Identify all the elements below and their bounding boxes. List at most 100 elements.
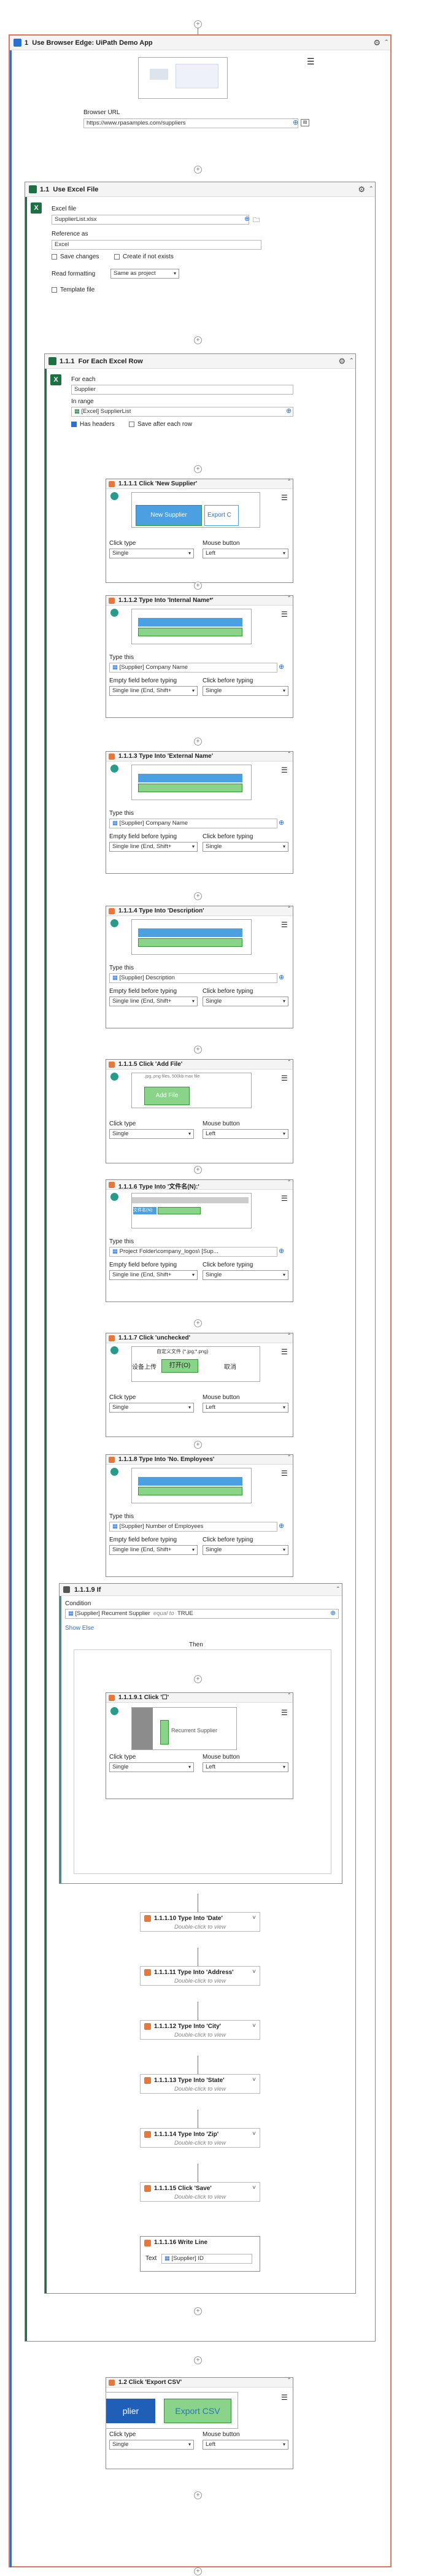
add-activity-button[interactable]: + xyxy=(194,582,202,590)
in-range-field[interactable]: ▦ [Excel] SupplierList xyxy=(71,407,293,417)
add-activity-button[interactable]: + xyxy=(194,1166,202,1174)
mouse-button-dropdown[interactable]: Left ▾ xyxy=(203,2440,288,2450)
add-activity-button[interactable]: + xyxy=(194,1046,202,1054)
mouse-button-dropdown[interactable]: Left ▾ xyxy=(203,1129,288,1139)
hamburger-menu-icon[interactable]: ☰ xyxy=(281,1348,288,1356)
collapse-icon[interactable]: ˆ xyxy=(288,1180,290,1187)
collapse-icon[interactable]: ˆ xyxy=(288,906,290,913)
hamburger-menu-icon[interactable]: ☰ xyxy=(281,1194,288,1203)
click-type-dropdown[interactable]: Single ▾ xyxy=(109,1762,194,1772)
type-this-field[interactable]: ▦ [Supplier] Number of Employees xyxy=(109,1522,277,1532)
collapsed-activity[interactable]: 1.1.1.11 Type Into 'Address' ˅ Double-cl… xyxy=(140,1966,260,1986)
empty-field-dropdown[interactable]: Single line (End, Shift+ ▾ xyxy=(109,686,198,696)
has-headers-checkbox[interactable] xyxy=(71,422,77,427)
read-formatting-dropdown[interactable]: Same as project ▾ xyxy=(110,269,179,279)
chevron-down-icon[interactable]: ˅ xyxy=(252,2185,256,2191)
click-type-dropdown[interactable]: Single ▾ xyxy=(109,1403,194,1413)
add-activity-button[interactable]: + xyxy=(194,2491,202,2499)
folder-icon[interactable]: 🗀 xyxy=(253,215,260,226)
collapse-icon[interactable]: ˆ xyxy=(288,2378,290,2385)
add-activity-button[interactable]: + xyxy=(194,738,202,746)
target-thumbnail[interactable] xyxy=(131,919,252,955)
add-icon[interactable]: ⊕ xyxy=(244,215,250,223)
chevron-down-icon[interactable]: ˅ xyxy=(252,1915,256,1921)
target-thumbnail[interactable] xyxy=(131,1468,252,1503)
save-changes-checkbox[interactable] xyxy=(52,254,57,260)
save-after-each-row-checkbox[interactable] xyxy=(129,422,134,427)
click-before-typing-dropdown[interactable]: Single ▾ xyxy=(203,997,288,1006)
add-activity-button[interactable]: + xyxy=(194,336,202,344)
collapse-icon[interactable]: ˆ xyxy=(288,479,290,486)
collapsed-activity[interactable]: 1.1.1.12 Type Into 'City' ˅ Double-click… xyxy=(140,2020,260,2040)
mouse-button-dropdown[interactable]: Left ▾ xyxy=(203,549,288,558)
condition-field[interactable]: ▦ [Supplier] Recurrent Supplier equal to… xyxy=(65,1609,339,1619)
hamburger-menu-icon[interactable]: ☰ xyxy=(307,56,315,67)
add-activity-button[interactable]: + xyxy=(194,166,202,174)
collapse-icon[interactable]: ˆ xyxy=(385,38,388,47)
collapse-icon[interactable]: ˆ xyxy=(288,1455,290,1462)
click-type-dropdown[interactable]: Single ▾ xyxy=(109,1129,194,1139)
empty-field-dropdown[interactable]: Single line (End, Shift+ ▾ xyxy=(109,997,198,1006)
chevron-down-icon[interactable]: ˅ xyxy=(252,2077,256,2083)
browser-url-field[interactable]: https://www.rpasamples.com/suppliers xyxy=(83,118,298,128)
collapse-icon[interactable]: ˆ xyxy=(350,357,353,366)
click-type-dropdown[interactable]: Single ▾ xyxy=(109,2440,194,2450)
write-line-activity[interactable]: 1.1.1.16 Write Line Text ▦ [Supplier] ID xyxy=(140,2236,260,2272)
add-activity-button[interactable]: + xyxy=(194,1441,202,1449)
chevron-down-icon[interactable]: ˅ xyxy=(252,2023,256,2029)
type-this-field[interactable]: ▦ [Supplier] Company Name xyxy=(109,663,277,673)
add-icon[interactable]: ⊕ xyxy=(279,1522,284,1530)
add-activity-button[interactable]: + xyxy=(194,1675,202,1683)
add-icon[interactable]: ⊕ xyxy=(279,819,284,827)
template-file-checkbox[interactable] xyxy=(52,287,57,293)
hamburger-menu-icon[interactable]: ☰ xyxy=(281,766,288,774)
collapse-icon[interactable]: ˆ xyxy=(370,185,373,194)
browser-screenshot-thumbnail[interactable] xyxy=(138,57,228,99)
collapse-icon[interactable]: ˆ xyxy=(288,596,290,603)
collapsed-activity[interactable]: 1.1.1.15 Click 'Save' ˅ Double-click to … xyxy=(140,2182,260,2202)
hamburger-menu-icon[interactable]: ☰ xyxy=(281,1708,288,1717)
collapsed-activity[interactable]: 1.1.1.10 Type Into 'Date' ˅ Double-click… xyxy=(140,1912,260,1932)
hamburger-menu-icon[interactable]: ☰ xyxy=(281,920,288,929)
for-each-field[interactable]: Supplier xyxy=(71,385,293,395)
hamburger-menu-icon[interactable]: ☰ xyxy=(281,1074,288,1082)
collapse-icon[interactable]: ˆ xyxy=(288,1333,290,1340)
gear-icon[interactable]: ⚙ xyxy=(373,38,380,48)
click-before-typing-dropdown[interactable]: Single ▾ xyxy=(203,686,288,696)
target-thumbnail[interactable]: Recurrent Supplier xyxy=(131,1707,237,1750)
collapse-icon[interactable]: ˆ xyxy=(288,752,290,758)
click-type-dropdown[interactable]: Single ▾ xyxy=(109,549,194,558)
target-thumbnail[interactable]: plier Export CSV xyxy=(106,2392,238,2429)
chevron-down-icon[interactable]: ˅ xyxy=(252,2131,256,2137)
chevron-down-icon[interactable]: ˅ xyxy=(252,1969,256,1975)
add-activity-button[interactable]: + xyxy=(194,465,202,473)
add-icon[interactable]: ⊕ xyxy=(330,1609,336,1617)
hamburger-menu-icon[interactable]: ☰ xyxy=(281,2393,288,2402)
add-icon[interactable]: ⊕ xyxy=(279,663,284,671)
collapsed-activity[interactable]: 1.1.1.14 Type Into 'Zip' ˅ Double-click … xyxy=(140,2128,260,2148)
empty-field-dropdown[interactable]: Single line (End, Shift+ ▾ xyxy=(109,1545,198,1555)
hamburger-menu-icon[interactable]: ☰ xyxy=(281,1469,288,1478)
write-line-text-field[interactable]: ▦ [Supplier] ID xyxy=(161,2254,252,2264)
empty-field-dropdown[interactable]: Single line (End, Shift+ ▾ xyxy=(109,1270,198,1280)
gear-icon[interactable]: ⚙ xyxy=(338,357,346,366)
target-thumbnail[interactable]: New Supplier Export C xyxy=(131,492,260,528)
target-thumbnail[interactable]: 自定义文件 (*.jpg;*.png) 设备上传 打开(O) 取消 xyxy=(131,1346,260,1382)
mouse-button-dropdown[interactable]: Left ▾ xyxy=(203,1762,288,1772)
add-activity-button[interactable]: + xyxy=(194,2307,202,2315)
target-thumbnail[interactable] xyxy=(131,765,252,800)
add-icon[interactable]: ⊕ xyxy=(286,407,292,415)
reference-as-field[interactable]: Excel xyxy=(52,240,261,250)
add-activity-button[interactable]: + xyxy=(194,1319,202,1327)
add-icon[interactable]: ⊕ xyxy=(279,1247,284,1255)
create-if-not-exists-checkbox[interactable] xyxy=(114,254,120,260)
add-activity-button[interactable]: + xyxy=(194,2356,202,2364)
type-this-field[interactable]: ▦ [Supplier] Description xyxy=(109,973,277,983)
hamburger-menu-icon[interactable]: ☰ xyxy=(281,493,288,502)
collapse-icon[interactable]: ˆ xyxy=(288,1693,290,1700)
target-thumbnail[interactable] xyxy=(131,609,252,644)
click-before-typing-dropdown[interactable]: Single ▾ xyxy=(203,1545,288,1555)
mouse-button-dropdown[interactable]: Left ▾ xyxy=(203,1403,288,1413)
gear-icon[interactable]: ⚙ xyxy=(358,185,365,195)
click-before-typing-dropdown[interactable]: Single ▾ xyxy=(203,1270,288,1280)
